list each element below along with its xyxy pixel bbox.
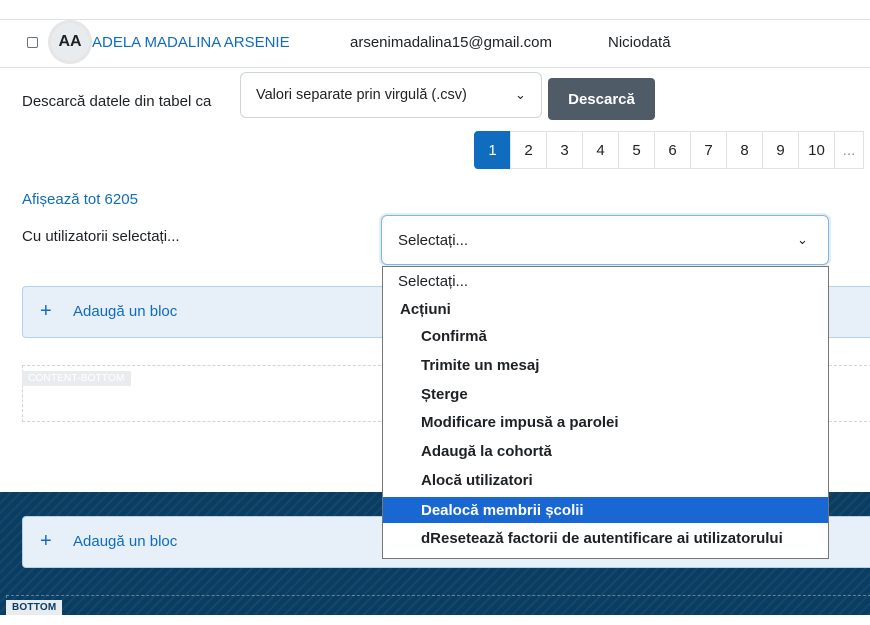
with-selected-label: Cu utilizatorii selectați... bbox=[22, 228, 180, 245]
download-label: Descarcă datele din tabel ca bbox=[22, 93, 212, 110]
dropdown-option-force-password[interactable]: Modificare impusă a parolei bbox=[383, 411, 828, 434]
table-row-border bbox=[0, 67, 870, 68]
user-last-access: Niciodată bbox=[608, 34, 671, 51]
show-all-link[interactable]: Afișează tot 6205 bbox=[22, 191, 138, 208]
dropdown-option-placeholder[interactable]: Selectați... bbox=[383, 270, 828, 293]
bulk-action-dropdown: Selectați... Acțiuni Confirmă Trimite un… bbox=[382, 266, 829, 559]
page-ellipsis: ... bbox=[834, 131, 864, 169]
plus-icon: + bbox=[40, 300, 52, 322]
page-8[interactable]: 8 bbox=[726, 131, 763, 169]
page-1[interactable]: 1 bbox=[474, 131, 511, 169]
page-7[interactable]: 7 bbox=[690, 131, 727, 169]
chevron-down-icon: ⌄ bbox=[515, 87, 526, 102]
user-email: arsenimadalina15@gmail.com bbox=[350, 34, 552, 51]
download-format-value: Valori separate prin virgulă (.csv) bbox=[256, 87, 467, 103]
dropdown-option-deallocate-highlighted[interactable]: Dealocă membrii școlii bbox=[383, 497, 828, 523]
page-9[interactable]: 9 bbox=[762, 131, 799, 169]
dropdown-option-add-cohort[interactable]: Adaugă la cohortă bbox=[383, 440, 828, 463]
page-2[interactable]: 2 bbox=[510, 131, 547, 169]
bulk-action-select[interactable]: Selectați... ⌄ bbox=[381, 215, 829, 265]
dropdown-group-label: Acțiuni bbox=[400, 301, 451, 318]
plus-icon: + bbox=[40, 530, 52, 552]
region-tag-bottom: BOTTOM bbox=[6, 600, 63, 615]
page-3[interactable]: 3 bbox=[546, 131, 583, 169]
add-block-label: Adaugă un bloc bbox=[73, 303, 178, 320]
region-tag-content-bottom: CONTENT-BOTTOM bbox=[22, 371, 131, 386]
dropdown-option-confirm[interactable]: Confirmă bbox=[383, 325, 828, 348]
footer-add-block-label: Adaugă un bloc bbox=[73, 533, 178, 550]
row-select-checkbox[interactable] bbox=[27, 37, 38, 48]
dropdown-option-send-message[interactable]: Trimite un mesaj bbox=[383, 354, 828, 377]
page-10[interactable]: 10 bbox=[798, 131, 835, 169]
page-4[interactable]: 4 bbox=[582, 131, 619, 169]
page-5[interactable]: 5 bbox=[618, 131, 655, 169]
avatar-initials: AA bbox=[58, 33, 82, 50]
table-top-border bbox=[0, 19, 870, 20]
chevron-down-icon: ⌄ bbox=[797, 232, 808, 247]
page-6[interactable]: 6 bbox=[654, 131, 691, 169]
pagination: 1 2 3 4 5 6 7 8 9 10 ... bbox=[474, 131, 864, 169]
dropdown-option-delete[interactable]: Șterge bbox=[383, 383, 828, 406]
user-name-link[interactable]: ADELA MADALINA ARSENIE bbox=[92, 34, 290, 51]
dropdown-option-reset-mfa[interactable]: dReseteazǎ factorii de autentificare ai … bbox=[383, 527, 828, 550]
bottom-region: BOTTOM bbox=[6, 595, 870, 625]
download-format-select[interactable]: Valori separate prin virgulă (.csv) ⌄ bbox=[240, 72, 542, 118]
download-button[interactable]: Descarcă bbox=[548, 78, 655, 120]
avatar: AA bbox=[48, 20, 92, 64]
bulk-action-value: Selectați... bbox=[398, 232, 469, 249]
dropdown-option-allocate-users[interactable]: Alocă utilizatori bbox=[383, 469, 828, 492]
